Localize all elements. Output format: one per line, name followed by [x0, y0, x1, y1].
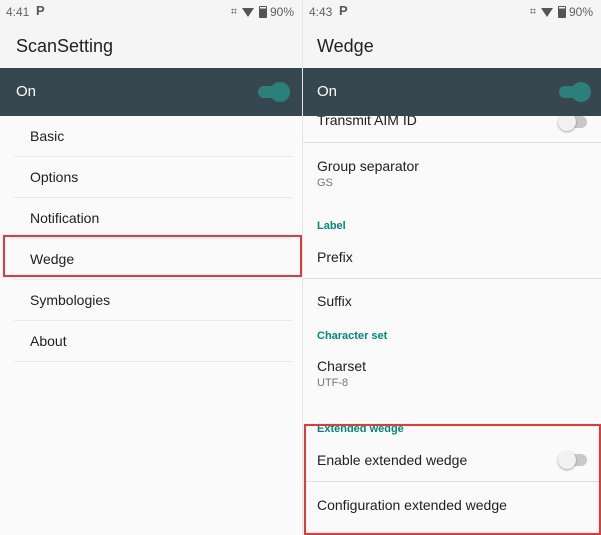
group-separator-row[interactable]: Group separator GS	[303, 143, 601, 205]
charset-value: UTF-8	[317, 377, 349, 389]
charset-row[interactable]: Charset UTF-8	[303, 346, 601, 410]
group-separator-label: Group separator	[317, 158, 419, 174]
category-extended-wedge: Extended wedge	[317, 423, 404, 435]
page-title: Wedge	[317, 36, 374, 56]
master-switch-label: On	[317, 83, 338, 100]
menu-item-about[interactable]: About	[14, 321, 292, 362]
app-bar: ScanSetting	[0, 24, 302, 68]
parking-icon: P	[36, 3, 45, 18]
parking-icon: P	[339, 3, 348, 18]
suffix-row[interactable]: Suffix	[303, 279, 601, 324]
group-separator-value: GS	[317, 177, 333, 189]
menu-item-symbologies[interactable]: Symbologies	[14, 280, 292, 321]
transmit-aim-id-row[interactable]: Transmit AIM ID	[303, 112, 601, 142]
battery-icon	[557, 6, 566, 18]
settings-menu: Basic Options Notification Wedge Symbolo…	[14, 116, 292, 362]
page-title: ScanSetting	[16, 36, 114, 56]
master-switch-bar[interactable]: On	[0, 68, 302, 116]
status-bar: 4:43 P ⌗ 90%	[303, 0, 601, 24]
nfc-icon: ⌗	[230, 5, 237, 18]
configuration-extended-wedge-label: Configuration extended wedge	[317, 497, 507, 513]
wifi-icon	[540, 7, 553, 17]
nfc-icon: ⌗	[529, 5, 536, 18]
master-switch-toggle[interactable]	[258, 82, 290, 102]
prefix-label: Prefix	[317, 249, 353, 265]
menu-item-wedge[interactable]: Wedge	[14, 239, 292, 280]
status-time: 4:41	[6, 5, 30, 19]
wifi-icon	[241, 7, 254, 17]
suffix-label: Suffix	[317, 293, 352, 309]
configuration-extended-wedge-row[interactable]: Configuration extended wedge	[303, 482, 601, 528]
enable-extended-wedge-label: Enable extended wedge	[317, 452, 468, 468]
prefix-row[interactable]: Prefix	[303, 237, 601, 278]
status-bar: 4:41 P ⌗ 90%	[0, 0, 302, 24]
scan-setting-screen: 4:41 P ⌗ 90% ScanSetting On Basic Option…	[0, 0, 302, 535]
master-switch-label: On	[16, 83, 37, 100]
enable-extended-wedge-toggle[interactable]	[558, 451, 587, 469]
wedge-settings-list: Transmit AIM ID Group separator GS Label…	[303, 112, 601, 528]
status-time: 4:43	[309, 5, 333, 19]
enable-extended-wedge-row[interactable]: Enable extended wedge	[303, 440, 601, 481]
wedge-screen: 4:43 P ⌗ 90% Wedge Transmit AIM ID Group…	[302, 0, 601, 535]
master-switch-toggle[interactable]	[559, 82, 591, 102]
charset-label: Charset	[317, 358, 367, 374]
transmit-aim-id-toggle[interactable]	[558, 113, 587, 131]
battery-icon	[258, 6, 267, 18]
menu-item-basic[interactable]: Basic	[14, 116, 292, 157]
app-bar: Wedge	[303, 24, 601, 68]
battery-percent: 90%	[568, 5, 593, 19]
category-character-set: Character set	[317, 330, 388, 342]
category-label: Label	[317, 220, 346, 232]
battery-percent: 90%	[269, 5, 294, 19]
master-switch-bar[interactable]: On	[303, 68, 601, 116]
menu-item-options[interactable]: Options	[14, 157, 292, 198]
menu-item-notification[interactable]: Notification	[14, 198, 292, 239]
